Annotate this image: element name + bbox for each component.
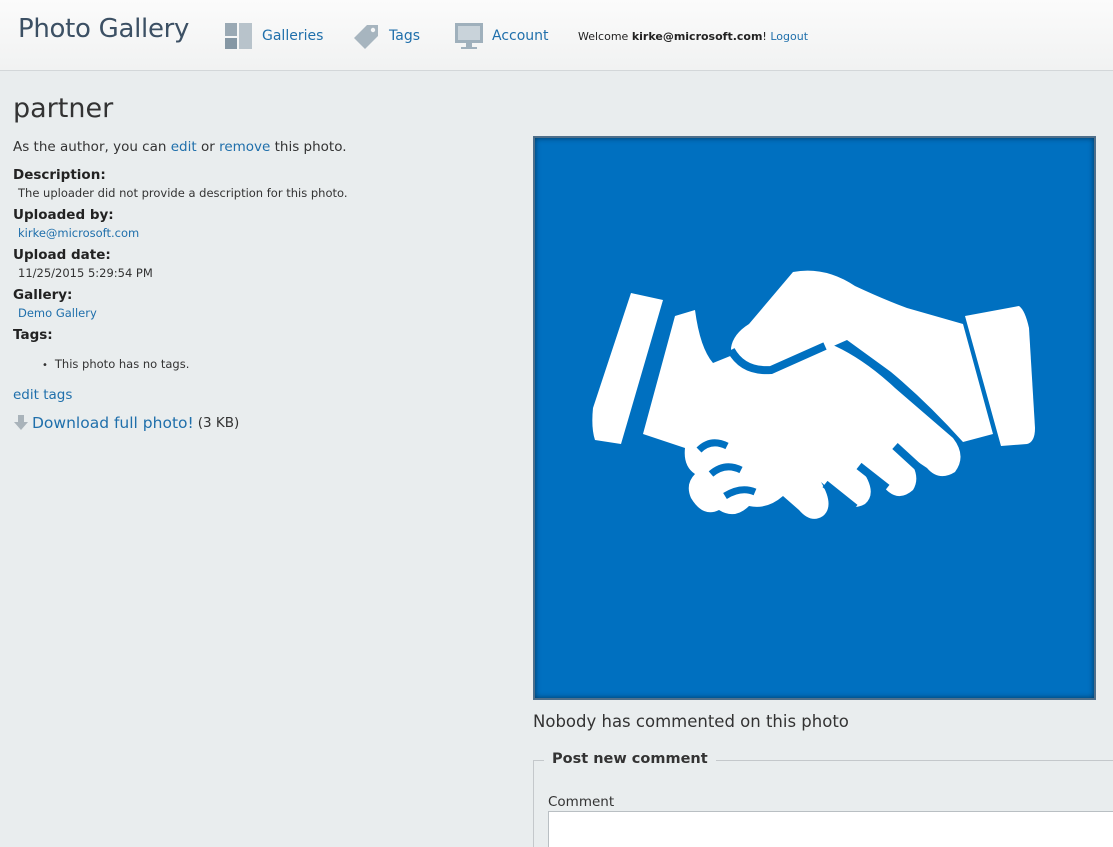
- logout-link[interactable]: Logout: [770, 30, 808, 43]
- photo-title: partner: [13, 93, 114, 124]
- download-size: (3 KB): [197, 415, 240, 431]
- tags-label: Tags:: [13, 327, 53, 343]
- post-comment-legend: Post new comment: [544, 751, 716, 767]
- comment-label: Comment: [548, 794, 615, 810]
- nav-galleries[interactable]: Galleries: [224, 20, 323, 52]
- author-suffix: this photo.: [274, 139, 347, 155]
- comment-textarea[interactable]: [548, 811, 1113, 847]
- author-actions: As the author, you can edit or remove th…: [13, 139, 347, 155]
- monitor-icon: [454, 21, 484, 51]
- nav-account-label: Account: [492, 28, 549, 44]
- nav-tags[interactable]: Tags: [351, 20, 420, 52]
- author-prefix: As the author, you can: [13, 139, 167, 155]
- galleries-icon: [224, 21, 254, 51]
- description-value: The uploader did not provide a descripti…: [18, 186, 348, 200]
- download-link[interactable]: Download full photo!: [32, 414, 194, 432]
- site-title[interactable]: Photo Gallery: [18, 14, 189, 44]
- site-header: Photo Gallery Galleries Tags Account Wel…: [0, 0, 1113, 71]
- welcome-prefix: Welcome: [578, 30, 629, 43]
- upload-date-label: Upload date:: [13, 247, 111, 263]
- uploaded-by-label: Uploaded by:: [13, 207, 114, 223]
- handshake-icon: [592, 270, 1035, 519]
- download-row: Download full photo! (3 KB): [13, 414, 239, 432]
- tag-icon: [351, 21, 381, 51]
- gallery-label: Gallery:: [13, 287, 73, 303]
- edit-photo-link[interactable]: edit: [171, 139, 197, 155]
- no-comments-text: Nobody has commented on this photo: [533, 712, 849, 731]
- description-label: Description:: [13, 167, 106, 183]
- welcome-text: Welcome kirke@microsoft.com! Logout: [578, 30, 808, 43]
- edit-tags-link[interactable]: edit tags: [13, 387, 72, 403]
- download-arrow-icon: [13, 414, 29, 432]
- no-tags-item: This photo has no tags.: [42, 357, 189, 371]
- upload-date-value: 11/25/2015 5:29:54 PM: [18, 266, 153, 280]
- nav-tags-label: Tags: [389, 28, 420, 44]
- nav-account[interactable]: Account: [454, 20, 549, 52]
- nav-galleries-label: Galleries: [262, 28, 324, 44]
- gallery-link[interactable]: Demo Gallery: [18, 306, 97, 320]
- remove-photo-link[interactable]: remove: [219, 139, 270, 155]
- or-text: or: [200, 139, 215, 155]
- photo-image[interactable]: [533, 136, 1096, 700]
- welcome-suffix: !: [762, 30, 767, 43]
- uploaded-by-link[interactable]: kirke@microsoft.com: [18, 226, 139, 240]
- user-email: kirke@microsoft.com: [631, 30, 763, 43]
